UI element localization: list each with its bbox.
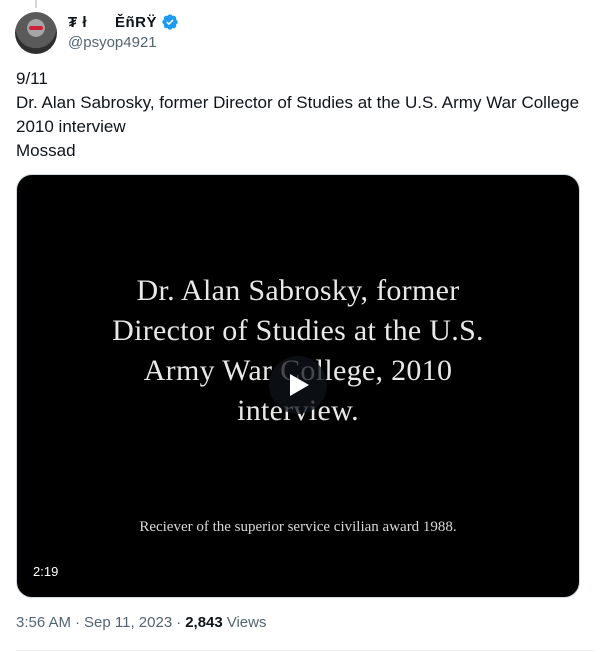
- play-icon: [290, 374, 309, 396]
- divider: [16, 650, 595, 651]
- author-display-name[interactable]: ₮ ł ĚñRŸ: [68, 14, 157, 31]
- meta-separator: ·: [176, 614, 182, 631]
- tweet-date[interactable]: Sep 11, 2023: [84, 614, 172, 631]
- tweet-line: Dr. Alan Sabrosky, former Director of St…: [16, 93, 584, 136]
- tweet-line: Mossad: [16, 141, 76, 160]
- author-name-row[interactable]: ₮ ł ĚñRŸ: [68, 12, 179, 32]
- verified-badge-icon: [162, 14, 178, 30]
- avatar[interactable]: [15, 12, 57, 54]
- tweet-text: 9/11 Dr. Alan Sabrosky, former Director …: [16, 67, 586, 163]
- video-caption-line: Dr. Alan Sabrosky, former: [136, 274, 460, 307]
- thread-connector-line: [35, 0, 37, 8]
- video-subcaption: Reciever of the superior service civilia…: [139, 519, 457, 535]
- meta-separator: ·: [75, 614, 81, 631]
- video-duration-badge: 2:19: [27, 561, 65, 583]
- video-player[interactable]: Dr. Alan Sabrosky, former Director of St…: [16, 174, 580, 598]
- tweet-line: 9/11: [16, 69, 48, 88]
- author-handle[interactable]: @psyop4921: [68, 34, 157, 51]
- views-label: Views: [226, 614, 267, 631]
- tweet-meta-row: 3:56 AM · Sep 11, 2023 · 2,843 Views: [16, 614, 266, 631]
- tweet-time[interactable]: 3:56 AM: [16, 614, 71, 631]
- video-caption-line: Director of Studies at the U.S.: [112, 314, 484, 347]
- play-button[interactable]: [269, 356, 327, 414]
- avatar-red-eyes: [29, 26, 43, 30]
- views-count[interactable]: 2,843: [185, 614, 223, 631]
